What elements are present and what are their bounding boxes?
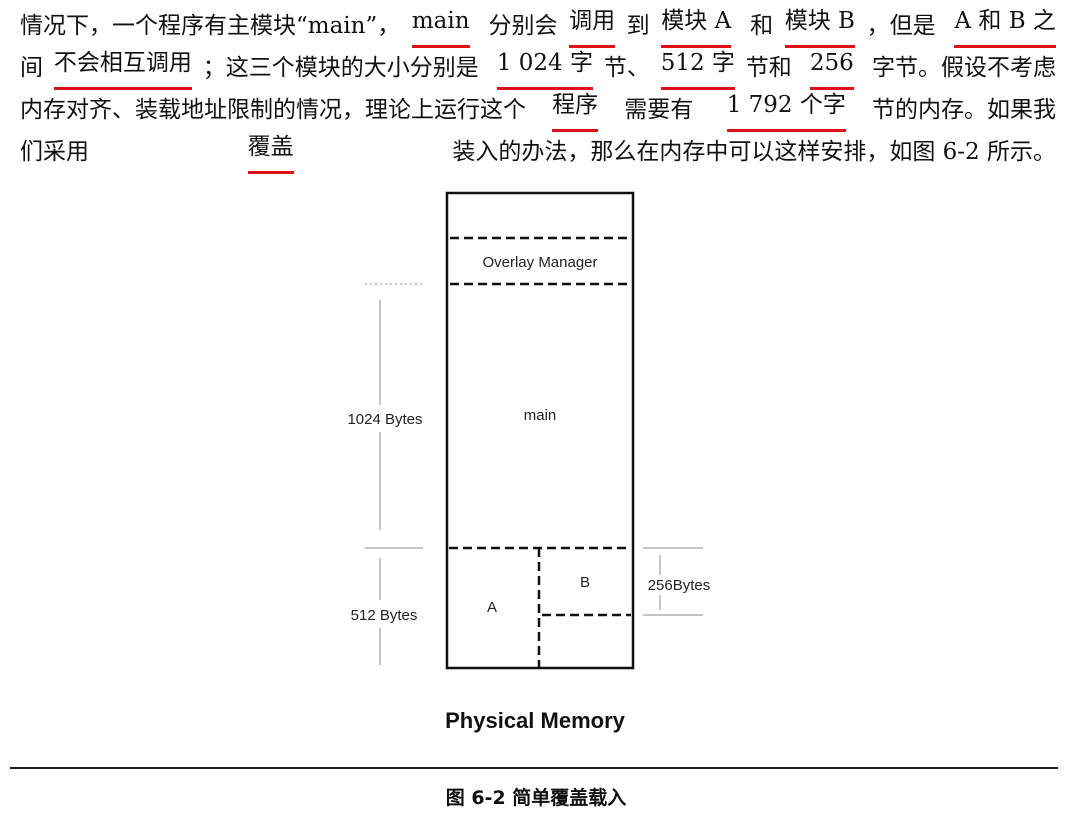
a-size-label: 512 Bytes xyxy=(351,607,418,624)
diagram-title: Physical Memory xyxy=(445,708,626,733)
module-a-label: A xyxy=(487,599,497,616)
figure-caption: 图 6-2 简单覆盖载入 xyxy=(445,787,627,809)
b-size-label: 256Bytes xyxy=(648,577,711,594)
main-label: main xyxy=(524,407,557,424)
overlay-diagram: Overlay Manager main A B 1024 Bytes 512 … xyxy=(10,191,1058,769)
module-b-label: B xyxy=(580,574,590,591)
overlay-manager-label: Overlay Manager xyxy=(482,254,597,271)
main-size-label: 1024 Bytes xyxy=(347,411,422,428)
